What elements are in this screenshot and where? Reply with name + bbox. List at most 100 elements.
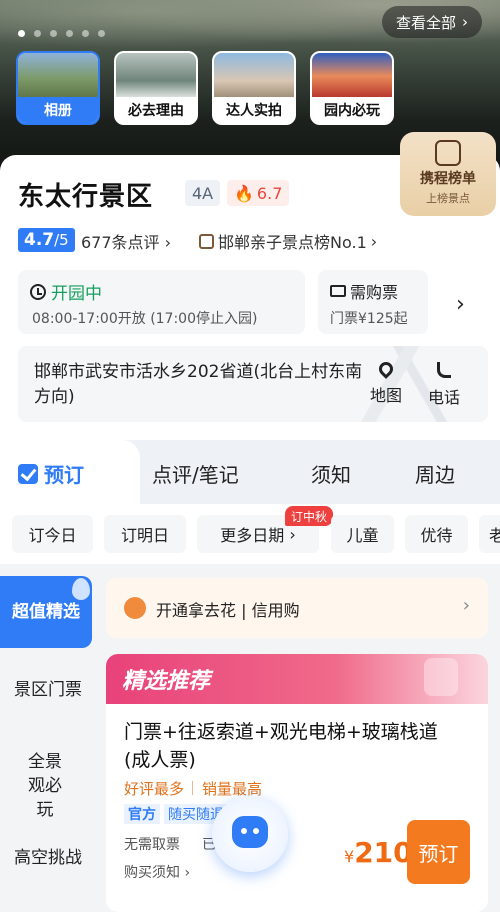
chevron-right-icon: › [462,13,468,31]
view-all-button[interactable]: 查看全部 › [381,6,482,38]
map-label: 地图 [370,386,403,405]
list-rank-link[interactable]: 邯郸亲子景点榜No.1 › [199,229,377,253]
carousel-dot [98,30,105,37]
call-label: 电话 [428,388,461,407]
ticket-icon [330,285,346,297]
tab-booking[interactable]: 预订 [18,459,84,488]
book-button[interactable]: 预订 [407,820,470,884]
gallery-thumbs: 相册 必去理由 达人实拍 园内必玩 [16,51,394,125]
hot-badge: 🔥 6.7 [227,180,290,206]
reviews-link[interactable]: 677条点评 › [81,229,171,253]
check-icon [18,463,38,484]
recommend-card[interactable]: 精选推荐 门票+往返索道+观光电梯+玻璃栈道(成人票) 好评最多 销量最高 官方… [106,654,488,912]
purchase-notice-label: 购买须知 [124,865,180,881]
official-badge: 官方 [124,804,160,824]
thumb-label: 必去理由 [116,97,196,123]
credit-banner-text: 开通拿去花 | 信用购 [156,601,300,620]
address-box[interactable]: 邯郸市武安市活水乡202省道(北台上村东南方向) 地图 电话 [18,346,488,422]
reviews-count: 677条点评 [81,233,160,252]
ticket-required: 需购票 [330,279,398,303]
chevron-right-icon: › [370,231,378,251]
ticket-required-label: 需购票 [350,283,399,302]
ticket-price: 门票¥125起 [330,311,408,327]
chevron-right-icon: › [184,865,191,881]
sidebar-item-high-altitude[interactable]: 高空挑战 [0,846,96,870]
thumb-image [116,53,196,99]
thumb-expert-photos[interactable]: 达人实拍 [212,51,296,125]
sidebar-item-panorama[interactable]: 全景观必玩 [0,750,90,822]
map-pin-icon [376,359,396,379]
product-price: ¥ 210 [344,836,413,869]
hot-value: 6.7 [256,183,283,203]
thumb-image [312,53,392,99]
page-title: 东太行景区 [18,182,154,212]
map-button[interactable]: 地图 [370,359,403,406]
call-button[interactable]: 电话 [428,360,460,408]
chip-label: 更多日期 [220,526,285,545]
rating-score: 4.7 /5 [18,228,75,252]
chip-children[interactable]: 儿童 [331,515,394,553]
flame-icon: 🔥 [234,183,254,203]
thumb-album[interactable]: 相册 [16,51,100,125]
carousel-dot [34,30,41,37]
chip-discount[interactable]: 优待 [405,515,468,553]
view-all-label: 查看全部 [395,13,456,32]
product-title: 门票+往返索道+观光电梯+玻璃栈道(成人票) [124,721,438,771]
tab-nearby[interactable]: 周边 [415,459,455,488]
sidebar-item-tickets[interactable]: 景区门票 [0,678,96,702]
rating-value: 4.7 [24,230,55,250]
carousel-dot [18,30,25,37]
rank-badge-subtitle: 上榜景点 [426,192,470,205]
credit-icon [124,597,146,619]
opening-status[interactable]: 开园中 08:00-17:00开放 (17:00停止入园) [18,270,305,334]
chip-today[interactable]: 订今日 [12,515,93,553]
open-status-label: 开园中 [51,284,102,304]
ai-assistant-button[interactable] [212,796,288,872]
ctrip-rank-badge[interactable]: 携程榜单 上榜景点 [400,132,496,216]
address-text: 邯郸市武安市活水乡202省道(北台上村东南方向) [34,362,363,407]
clock-icon [30,283,46,300]
robot-icon [232,816,268,848]
chevron-right-icon: › [284,524,296,544]
recommend-header: 精选推荐 [106,654,488,704]
no-ticket-needed: 无需取票 [124,837,180,853]
tab-notice[interactable]: 须知 [311,459,351,488]
list-rank-label: 邯郸亲子景点榜No.1 [218,233,367,252]
thumb-image [18,53,98,99]
drop-icon [72,578,90,600]
chevron-right-icon: › [462,595,470,616]
open-status: 开园中 [30,279,102,304]
currency-symbol: ¥ [344,847,355,866]
cup-icon [199,233,214,249]
thumb-must-play[interactable]: 园内必玩 [310,51,394,125]
tag-divider [192,781,193,795]
thumb-label: 达人实拍 [214,97,294,123]
carousel-dots [18,30,105,37]
carousel-dot [82,30,89,37]
chip-elderly[interactable]: 老 [479,515,500,553]
chevron-right-icon[interactable]: › [456,292,465,317]
ticket-info[interactable]: 需购票 门票¥125起 [318,270,428,334]
tab-label: 预订 [44,463,84,487]
grade-badge: 4A [185,180,221,206]
tab-reviews[interactable]: 点评/笔记 [152,459,239,488]
chip-tomorrow[interactable]: 订明日 [104,515,186,553]
rank-badge-title: 携程榜单 [420,171,476,187]
recommend-header-title: 精选推荐 [122,669,211,694]
rating-total: /5 [54,231,69,249]
thumbs-up-icon [424,658,458,696]
thumb-reasons[interactable]: 必去理由 [114,51,198,125]
thumb-label: 相册 [18,97,98,123]
credit-banner[interactable]: 开通拿去花 | 信用购 › [106,578,488,638]
purchase-notice-link[interactable]: 购买须知 › [124,862,190,882]
price-value: 210 [354,836,413,869]
phone-icon [437,362,451,378]
thumb-label: 园内必玩 [312,97,392,123]
thumb-image [214,53,294,99]
carousel-dot [50,30,57,37]
trophy-icon [435,140,461,166]
tag-best-reviewed: 好评最多 [124,780,185,798]
carousel-dot [66,30,73,37]
opening-hours: 08:00-17:00开放 (17:00停止入园) [32,311,258,327]
chevron-right-icon: › [164,233,172,252]
